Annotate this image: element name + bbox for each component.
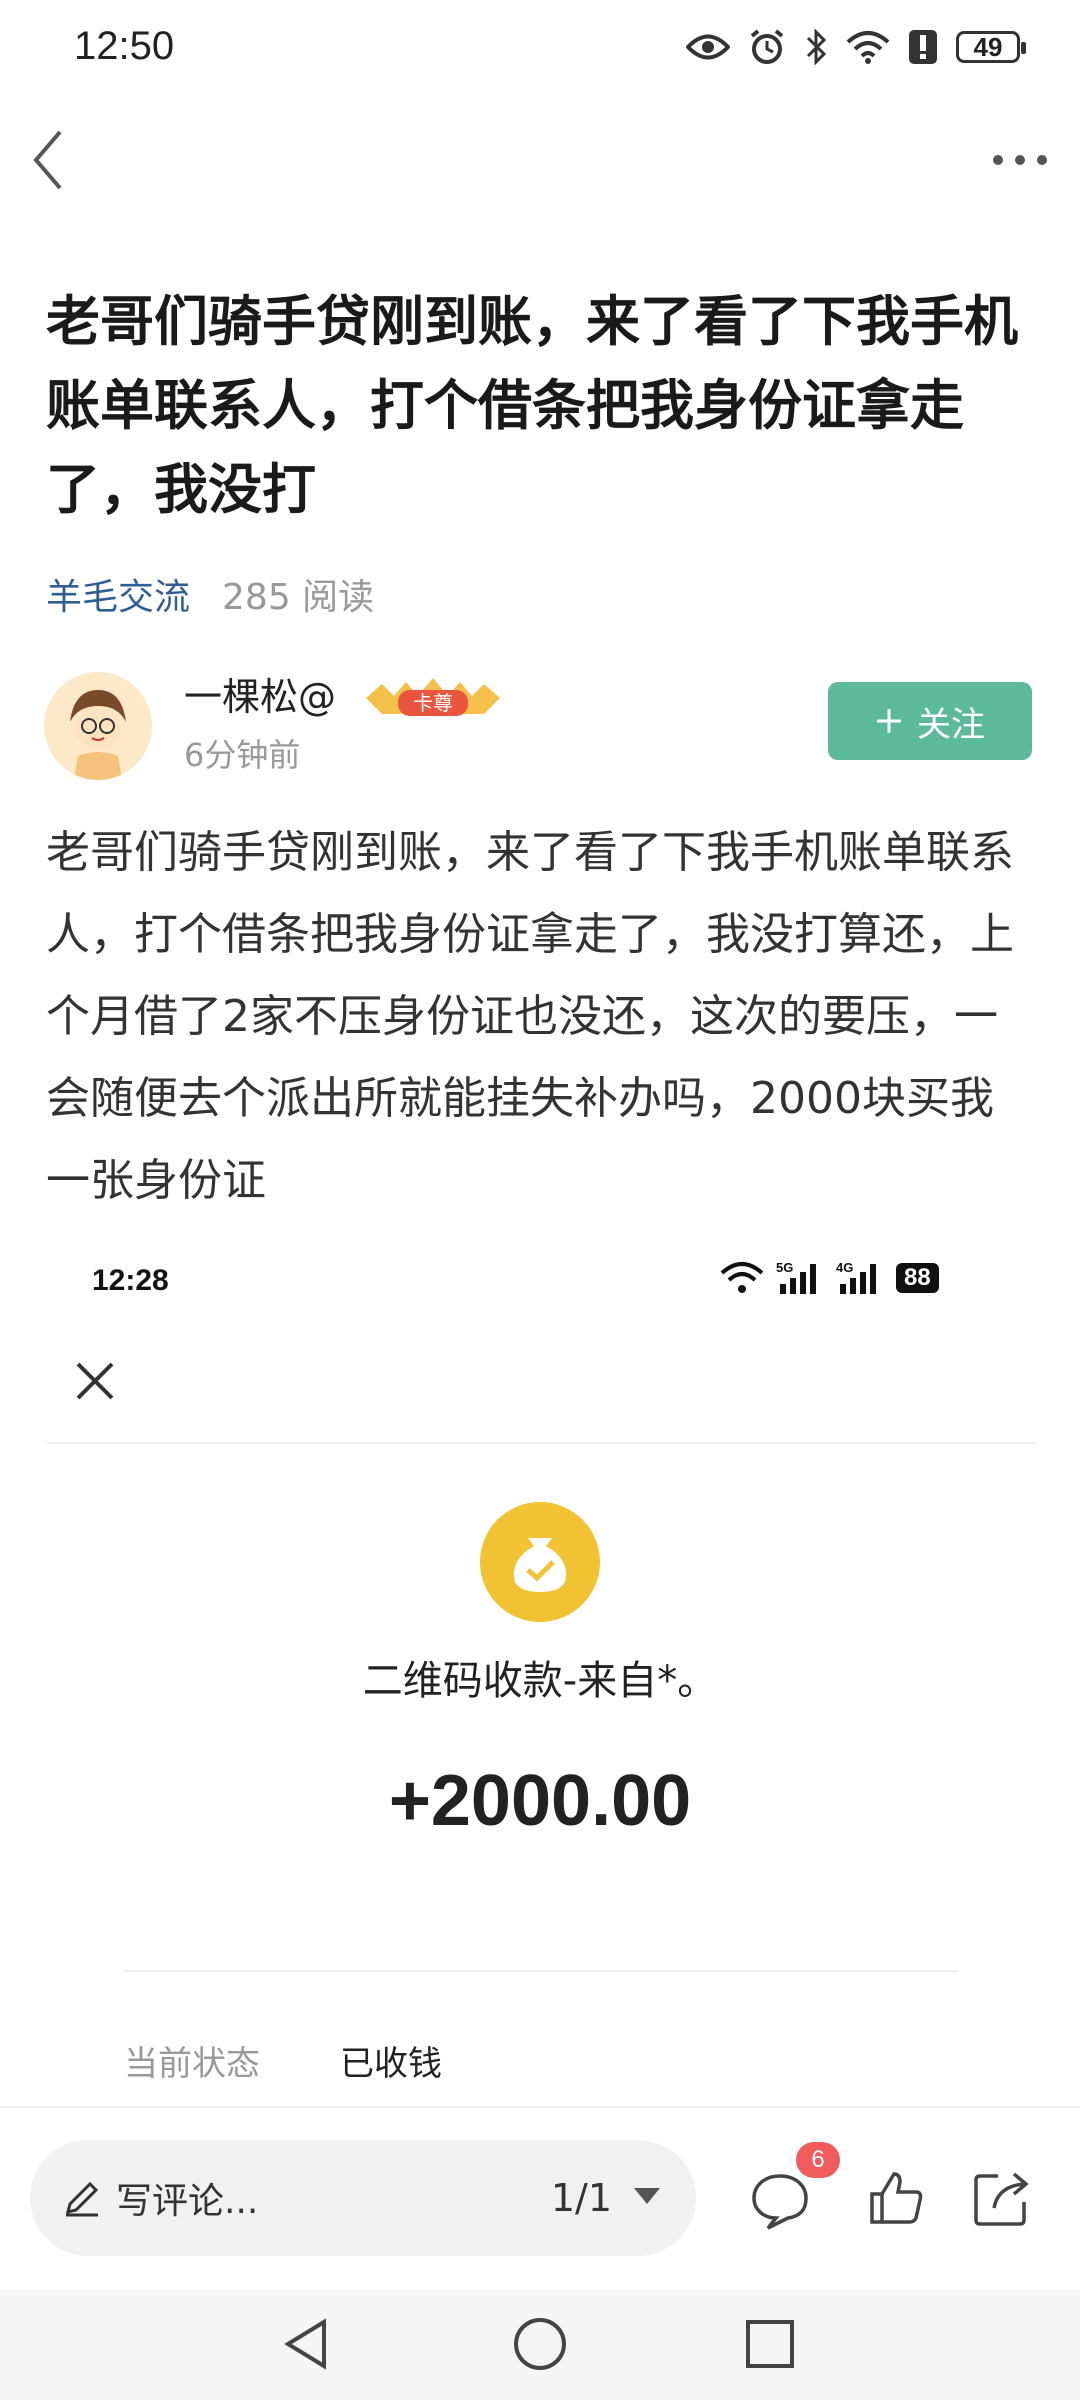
comment-count-badge: 6: [796, 2142, 840, 2178]
nav-back-icon[interactable]: [280, 2316, 336, 2372]
money-bag-icon: [480, 1502, 600, 1622]
comment-icon[interactable]: [748, 2168, 812, 2232]
nav-home-icon[interactable]: [510, 2314, 570, 2374]
post-meta: 羊毛交流 285 阅读: [46, 568, 374, 620]
embedded-time: 12:28: [92, 1264, 169, 1297]
more-icon[interactable]: [980, 130, 1060, 190]
avatar[interactable]: [44, 672, 152, 780]
page-indicator[interactable]: 1/1: [551, 2176, 612, 2220]
embedded-divider-2: [124, 1970, 958, 1972]
read-count: 285 阅读: [222, 577, 375, 618]
follow-button[interactable]: 关注: [828, 682, 1032, 760]
pencil-icon: [65, 2181, 99, 2217]
like-icon[interactable]: [866, 2168, 926, 2228]
plus-icon: [877, 709, 901, 733]
alarm-icon: [750, 29, 784, 64]
payment-amount: +2000.00: [388, 1761, 692, 1841]
status-icons: 49: [686, 28, 1026, 66]
comment-placeholder: 写评论...: [116, 2181, 259, 2222]
author-name[interactable]: 一棵松@: [184, 666, 336, 721]
embedded-wifi-icon: [720, 1262, 764, 1293]
signal-4g-icon: 4G: [836, 1260, 876, 1294]
post-time: 6分钟前: [184, 736, 301, 774]
follow-label: 关注: [917, 704, 985, 745]
embedded-status-icons: 5G 4G 88: [720, 1260, 939, 1296]
status-time: 12:50: [74, 24, 175, 68]
wifi-icon: [846, 31, 890, 64]
back-icon[interactable]: [22, 120, 82, 200]
chevron-down-icon[interactable]: [634, 2188, 660, 2204]
signal-5g-icon: 5G: [776, 1260, 816, 1294]
avatar-illustration: [44, 672, 152, 780]
comment-input[interactable]: 写评论... 1/1: [30, 2140, 696, 2256]
status-label: 当前状态: [124, 2044, 260, 2084]
vip-badge: 卡尊: [360, 674, 506, 722]
close-icon[interactable]: [70, 1356, 120, 1406]
post-body: 老哥们骑手贷刚到账，来了看了下我手机账单联系人，打个借条把我身份证拿走了，我没打…: [46, 827, 1014, 1206]
signal-4g-label: 4G: [836, 1260, 853, 1275]
battery-icon: 49: [956, 31, 1026, 63]
embedded-divider: [46, 1442, 1036, 1444]
badge-label: 卡尊: [413, 691, 453, 715]
share-icon[interactable]: [970, 2168, 1032, 2230]
bluetooth-icon: [806, 28, 827, 66]
category-link[interactable]: 羊毛交流: [46, 568, 190, 620]
post-title: 老哥们骑手贷刚到账，来了看了下我手机账单联系人，打个借条把我身份证拿走了，我没打: [46, 290, 1018, 521]
embedded-battery: 88: [896, 1263, 939, 1293]
status-value: 已收钱: [340, 2044, 442, 2084]
nav-recent-icon[interactable]: [742, 2316, 798, 2372]
payment-description: 二维码收款-来自*。: [362, 1658, 718, 1704]
alert-icon: [909, 30, 937, 64]
signal-5g-label: 5G: [776, 1260, 793, 1275]
eye-icon: [686, 34, 730, 60]
